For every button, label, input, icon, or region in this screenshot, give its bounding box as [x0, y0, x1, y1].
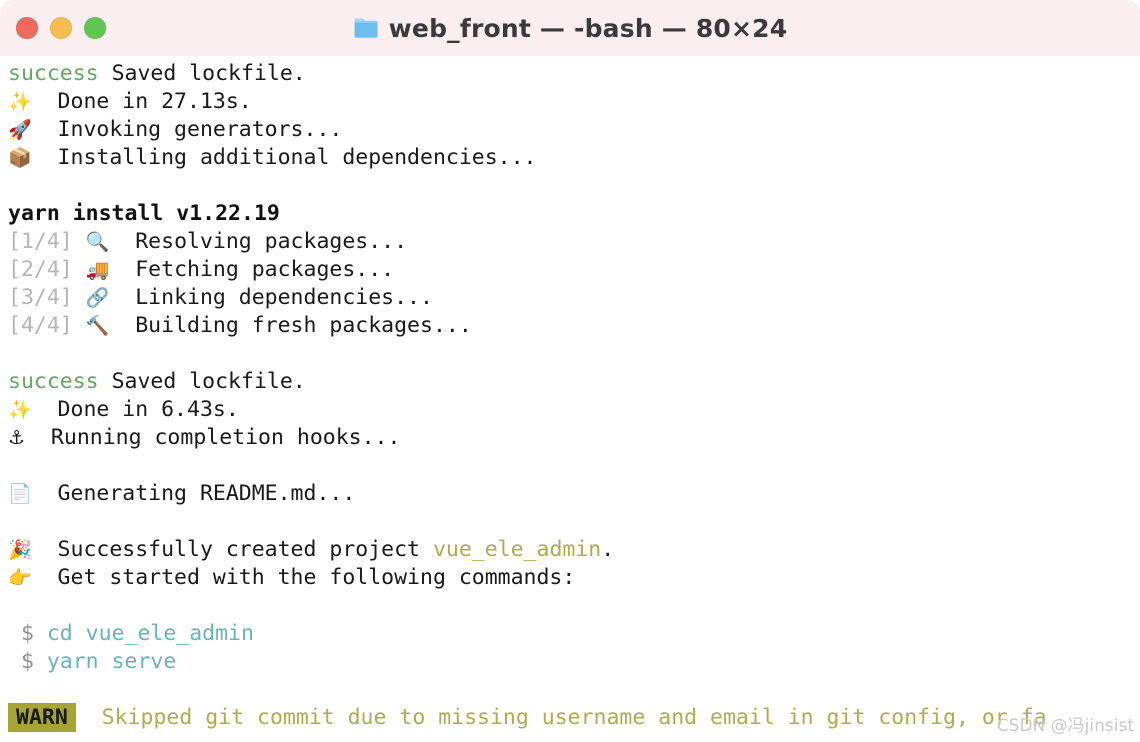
terminal-text-segment: [3/4]: [8, 285, 86, 310]
terminal-text-segment: Resolving packages...: [109, 229, 408, 254]
line-cmd-yarn-serve: $ yarn serve: [8, 648, 1140, 676]
window-title-group: web_front — -bash — 80×24: [0, 14, 1140, 43]
terminal-output[interactable]: success Saved lockfile. ✨ Done in 27.13s.…: [0, 56, 1140, 742]
terminal-text-segment: Fetching packages...: [109, 257, 395, 282]
terminal-text-segment: yarn install v1.22.19: [8, 201, 280, 226]
terminal-text-segment: Installing additional dependencies...: [31, 145, 537, 170]
zoom-button[interactable]: [84, 17, 106, 39]
line-done-27: ✨ Done in 27.13s.: [8, 88, 1140, 116]
line-yarn-install-version: yarn install v1.22.19: [8, 200, 1140, 228]
line-step-1: [1/4] 🔍 Resolving packages...: [8, 228, 1140, 256]
line-step-4: [4/4] 🔨 Building fresh packages...: [8, 312, 1140, 340]
terminal-text-segment: .: [601, 537, 615, 562]
pointing-finger-emoji: 👉: [8, 567, 32, 589]
party-popper-emoji: 🎉: [8, 539, 32, 561]
terminal-text-segment: Invoking generators...: [31, 117, 343, 142]
line-warn: WARN Skipped git commit due to missing u…: [8, 703, 1140, 732]
line-step-2: [2/4] 🚚 Fetching packages...: [8, 256, 1140, 284]
minimize-button[interactable]: [50, 17, 72, 39]
folder-icon: [354, 18, 378, 38]
magnifying-glass-emoji: 🔍: [85, 231, 110, 253]
line-cmd-cd: $ cd vue_ele_admin: [8, 620, 1140, 648]
terminal-text-segment: Generating README.md...: [31, 481, 356, 506]
line-generating-readme: 📄 Generating README.md...: [8, 480, 1140, 508]
anchor-emoji: ⚓: [8, 427, 26, 449]
terminal-text-segment: Linking dependencies...: [109, 285, 433, 310]
line-invoking-generators: 🚀 Invoking generators...: [8, 116, 1140, 144]
sparkles-emoji: ✨: [8, 399, 32, 421]
line-saved-lockfile-2: success Saved lockfile.: [8, 368, 1140, 396]
terminal-text-segment: Done in 6.43s.: [31, 397, 239, 422]
terminal-text-segment: Get started with the following commands:: [31, 565, 576, 590]
terminal-text-segment: Done in 27.13s.: [31, 89, 252, 114]
terminal-text-segment: Saved lockfile.: [111, 369, 306, 394]
line-saved-lockfile-1: success Saved lockfile.: [8, 60, 1140, 88]
package-emoji: 📦: [8, 147, 32, 169]
line-successfully-created: 🎉 Successfully created project vue_ele_a…: [8, 536, 1140, 564]
terminal-text-segment: vue_ele_admin: [432, 537, 602, 562]
terminal-text-segment: $: [8, 649, 47, 674]
window-titlebar[interactable]: web_front — -bash — 80×24: [0, 0, 1140, 56]
line-done-6: ✨ Done in 6.43s.: [8, 396, 1140, 424]
terminal-text-segment: [4/4]: [8, 313, 86, 338]
line-completion-hooks: ⚓ Running completion hooks...: [8, 424, 1140, 452]
terminal-text-segment: Saved lockfile.: [111, 61, 306, 86]
terminal-text-segment: Successfully created project: [31, 537, 433, 562]
terminal-text-segment: Running completion hooks...: [25, 425, 401, 450]
truck-emoji: 🚚: [85, 259, 110, 281]
line-installing-additional: 📦 Installing additional dependencies...: [8, 144, 1140, 172]
terminal-text-segment: success: [8, 369, 112, 394]
terminal-text-segment: $: [8, 621, 47, 646]
terminal-text-segment: cd vue_ele_admin: [46, 621, 254, 646]
hammer-emoji: 🔨: [85, 315, 110, 337]
terminal-text-segment: Building fresh packages...: [109, 313, 472, 338]
rocket-emoji: 🚀: [8, 119, 32, 141]
terminal-text-segment: success: [8, 61, 112, 86]
terminal-text-segment: WARN: [8, 703, 76, 732]
terminal-text-segment: Skipped git commit due to missing userna…: [75, 705, 1047, 730]
traffic-light-buttons: [16, 0, 106, 56]
terminal-line-list: success Saved lockfile. ✨ Done in 27.13s.…: [8, 60, 1140, 732]
line-step-3: [3/4] 🔗 Linking dependencies...: [8, 284, 1140, 312]
line-get-started: 👉 Get started with the following command…: [8, 564, 1140, 592]
sparkles-emoji: ✨: [8, 91, 32, 113]
page-emoji: 📄: [8, 483, 32, 505]
terminal-text-segment: [2/4]: [8, 257, 86, 282]
window-title-text: web_front — -bash — 80×24: [388, 13, 788, 43]
terminal-window: web_front — -bash — 80×24 success Saved …: [0, 0, 1140, 742]
terminal-text-segment: [1/4]: [8, 229, 86, 254]
link-emoji: 🔗: [85, 287, 110, 309]
terminal-text-segment: yarn serve: [46, 649, 177, 674]
close-button[interactable]: [16, 17, 38, 39]
